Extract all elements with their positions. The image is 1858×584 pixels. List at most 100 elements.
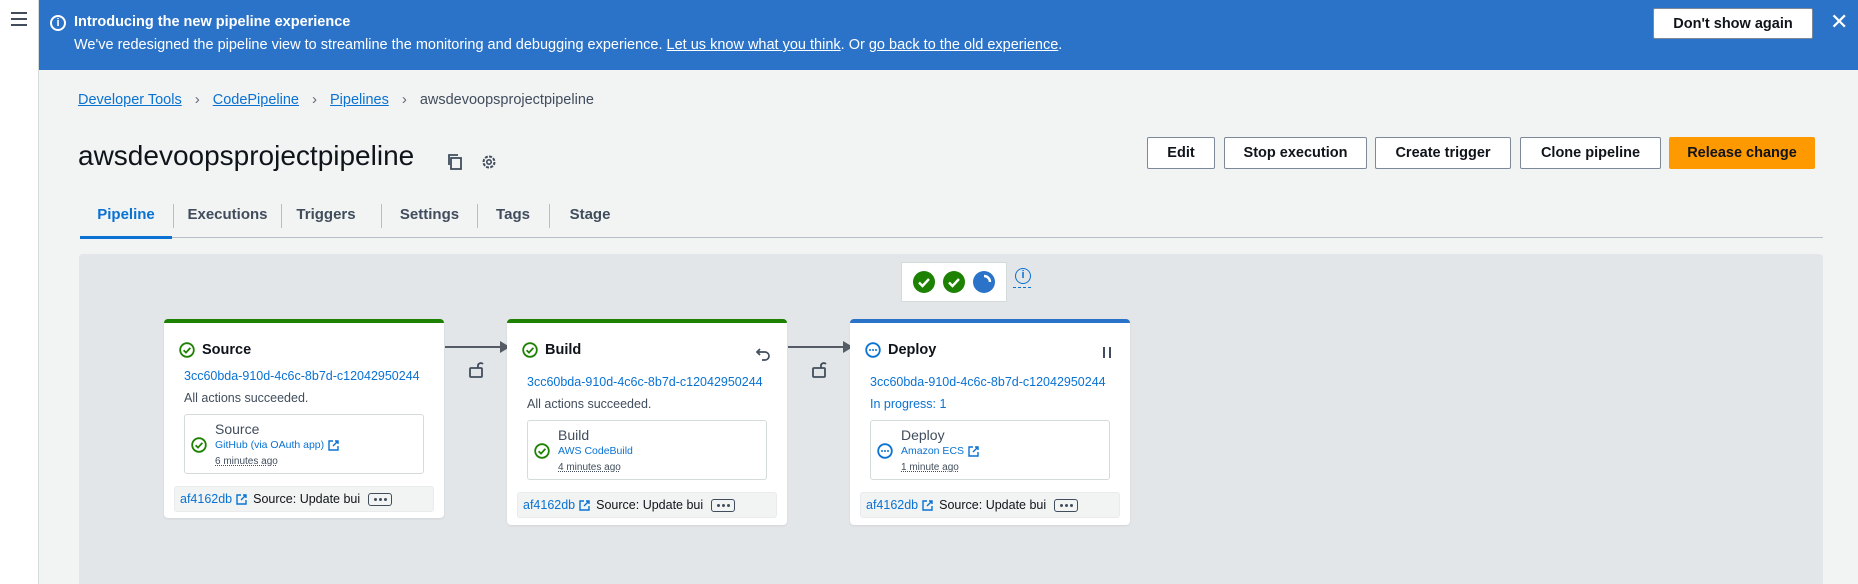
retry-icon[interactable] xyxy=(755,345,771,361)
action-card: Build AWS CodeBuild 4 minutes ago xyxy=(527,420,767,480)
unlock-icon[interactable] xyxy=(468,360,484,378)
external-link-icon xyxy=(236,493,247,505)
action-provider-link[interactable]: AWS CodeBuild xyxy=(558,445,633,457)
feedback-link[interactable]: Let us know what you think xyxy=(667,37,841,53)
action-time: 1 minute ago xyxy=(901,462,959,473)
release-change-button[interactable]: Release change xyxy=(1669,137,1815,169)
banner-title: Introducing the new pipeline experience xyxy=(74,14,351,30)
action-card: Deploy Amazon ECS 1 minute ago xyxy=(870,420,1110,480)
clone-pipeline-button[interactable]: Clone pipeline xyxy=(1520,137,1661,169)
commit-info: af4162db Source: Update bui xyxy=(174,486,434,512)
tab-bar: Pipeline Executions Triggers Settings Ta… xyxy=(80,192,1823,239)
chevron-right-icon: › xyxy=(311,91,317,108)
commit-message: Source: Update bui xyxy=(939,498,1047,512)
old-experience-link[interactable]: go back to the old experience xyxy=(869,37,1058,53)
stage-card-deploy: Deploy 3cc60bda-910d-4c6c-8b7d-c12042950… xyxy=(850,319,1130,525)
stop-execution-button[interactable]: Stop execution xyxy=(1224,137,1367,169)
stage-summary: In progress: 1 xyxy=(870,397,947,411)
action-name: Build xyxy=(558,427,590,443)
stage-arrow xyxy=(788,346,845,348)
gear-icon[interactable] xyxy=(480,153,498,171)
close-icon[interactable]: ✕ xyxy=(1830,10,1848,34)
create-trigger-button[interactable]: Create trigger xyxy=(1375,137,1511,169)
breadcrumb: Developer Tools › CodePipeline › Pipelin… xyxy=(78,91,594,108)
chevron-right-icon: › xyxy=(401,91,407,108)
external-link-icon xyxy=(968,446,979,457)
side-navigation-rail xyxy=(0,0,39,584)
stage-name: Deploy xyxy=(888,342,937,358)
tab-pipeline[interactable]: Pipeline xyxy=(80,192,172,239)
breadcrumb-developer-tools[interactable]: Developer Tools xyxy=(78,92,182,108)
external-link-icon xyxy=(328,440,339,451)
success-icon xyxy=(534,443,550,459)
commit-message: Source: Update bui xyxy=(253,492,361,506)
success-icon xyxy=(191,437,207,453)
execution-id-link[interactable]: 3cc60bda-910d-4c6c-8b7d-c12042950244 xyxy=(184,369,420,383)
tab-stage[interactable]: Stage xyxy=(550,192,630,237)
commit-id-link[interactable]: af4162db xyxy=(180,492,232,506)
menu-icon[interactable] xyxy=(11,12,27,26)
provider-label: GitHub (via OAuth app) xyxy=(215,439,325,451)
copy-icon[interactable] xyxy=(446,153,464,171)
action-card: Source GitHub (via OAuth app) 6 minutes … xyxy=(184,414,424,474)
commit-info: af4162db Source: Update bui xyxy=(517,492,777,518)
info-icon: i xyxy=(50,15,66,31)
commit-id-link[interactable]: af4162db xyxy=(523,498,575,512)
external-link-icon xyxy=(579,499,590,511)
chevron-right-icon: › xyxy=(194,91,200,108)
more-icon[interactable] xyxy=(711,498,736,512)
stage-arrow xyxy=(445,346,502,348)
banner-text-part: . Or xyxy=(840,37,869,53)
action-time: 6 minutes ago xyxy=(215,456,278,467)
banner-text-part: We've redesigned the pipeline view to st… xyxy=(74,37,667,53)
in-progress-status-icon xyxy=(973,271,995,293)
stage-name: Source xyxy=(202,342,252,358)
commit-info: af4162db Source: Update bui xyxy=(860,492,1120,518)
tab-triggers[interactable]: Triggers xyxy=(282,192,370,237)
in-progress-icon xyxy=(877,443,893,459)
breadcrumb-codepipeline[interactable]: CodePipeline xyxy=(213,92,299,108)
action-time: 4 minutes ago xyxy=(558,462,621,473)
success-icon xyxy=(179,342,195,358)
action-provider-link[interactable]: Amazon ECS xyxy=(901,445,979,457)
stage-card-build: Build 3cc60bda-910d-4c6c-8b7d-c120429502… xyxy=(507,319,787,525)
more-icon[interactable] xyxy=(368,492,393,506)
info-banner: i Introducing the new pipeline experienc… xyxy=(39,0,1858,70)
tab-executions[interactable]: Executions xyxy=(174,192,281,237)
more-icon[interactable] xyxy=(1054,498,1079,512)
stage-header: Build xyxy=(522,342,581,358)
page-title: awsdevoopsprojectpipeline xyxy=(78,140,415,171)
info-icon[interactable]: i xyxy=(1015,268,1031,284)
banner-text-part: . xyxy=(1058,37,1063,53)
execution-id-link[interactable]: 3cc60bda-910d-4c6c-8b7d-c12042950244 xyxy=(527,375,763,389)
action-name: Source xyxy=(215,421,260,437)
breadcrumb-pipelines[interactable]: Pipelines xyxy=(330,92,389,108)
success-icon xyxy=(522,342,538,358)
breadcrumb-current: awsdevoopsprojectpipeline xyxy=(419,91,594,108)
tab-settings[interactable]: Settings xyxy=(382,192,477,237)
commit-id-link[interactable]: af4162db xyxy=(866,498,918,512)
stage-header: Source xyxy=(179,342,251,358)
execution-status-summary xyxy=(901,262,1007,302)
stage-summary: All actions succeeded. xyxy=(527,397,652,411)
stage-name: Build xyxy=(545,342,582,358)
in-progress-icon xyxy=(865,342,881,358)
commit-message: Source: Update bui xyxy=(596,498,704,512)
provider-label: Amazon ECS xyxy=(901,445,965,457)
external-link-icon xyxy=(922,499,933,511)
dont-show-again-button[interactable]: Don't show again xyxy=(1653,8,1813,39)
execution-id-link[interactable]: 3cc60bda-910d-4c6c-8b7d-c12042950244 xyxy=(870,375,1106,389)
stage-header: Deploy xyxy=(865,342,936,358)
success-status-icon xyxy=(943,271,965,293)
tab-tags[interactable]: Tags xyxy=(478,192,548,237)
edit-button[interactable]: Edit xyxy=(1147,137,1215,169)
unlock-icon[interactable] xyxy=(811,360,827,378)
stage-summary: All actions succeeded. xyxy=(184,391,309,405)
action-name: Deploy xyxy=(901,427,945,443)
stage-card-source: Source 3cc60bda-910d-4c6c-8b7d-c12042950… xyxy=(164,319,444,518)
success-status-icon xyxy=(913,271,935,293)
banner-text: We've redesigned the pipeline view to st… xyxy=(74,37,1062,53)
action-provider-link[interactable]: GitHub (via OAuth app) xyxy=(215,439,339,451)
info-underline xyxy=(1013,287,1031,288)
pause-icon[interactable] xyxy=(1100,345,1114,359)
